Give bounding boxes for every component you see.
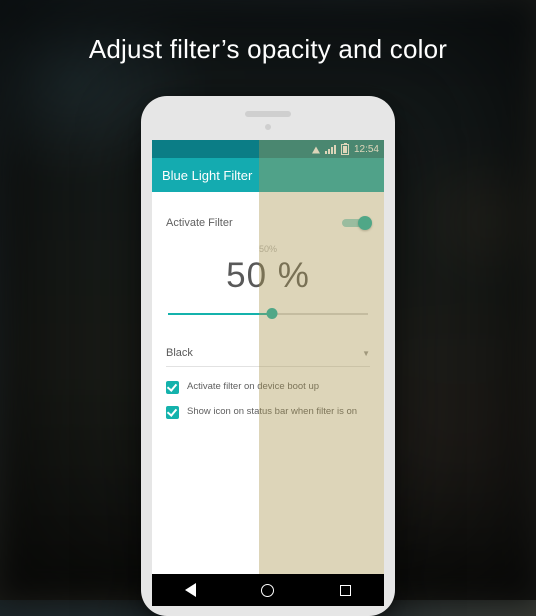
opacity-small-label: 50% xyxy=(166,244,370,254)
cell-signal-icon xyxy=(325,145,336,154)
activate-filter-switch[interactable] xyxy=(342,216,370,230)
wifi-icon xyxy=(312,146,320,153)
boot-option-row[interactable]: Activate filter on device boot up xyxy=(166,381,370,394)
battery-icon xyxy=(341,144,349,155)
nav-back-icon[interactable] xyxy=(185,583,196,597)
app-bar: Blue Light Filter xyxy=(152,158,384,192)
statusbar-icon-checkbox[interactable] xyxy=(166,406,179,419)
opacity-slider[interactable] xyxy=(168,306,368,322)
activate-filter-label: Activate Filter xyxy=(166,217,233,229)
device-screen: 12:54 Blue Light Filter Activate Filter … xyxy=(152,140,384,606)
nav-recent-icon[interactable] xyxy=(340,585,351,596)
chevron-down-icon: ▼ xyxy=(362,349,370,358)
color-dropdown[interactable]: Black ▼ xyxy=(166,340,370,367)
boot-checkbox[interactable] xyxy=(166,381,179,394)
promo-headline: Adjust filter’s opacity and color xyxy=(0,34,536,65)
android-status-bar: 12:54 xyxy=(152,140,384,158)
app-title: Blue Light Filter xyxy=(162,168,252,183)
opacity-value: 50 % xyxy=(166,256,370,296)
color-dropdown-value: Black xyxy=(166,347,193,359)
status-time: 12:54 xyxy=(354,144,379,155)
boot-option-label: Activate filter on device boot up xyxy=(187,381,319,393)
statusbar-icon-option-label: Show icon on status bar when filter is o… xyxy=(187,406,357,418)
android-nav-bar xyxy=(152,574,384,606)
statusbar-icon-option-row[interactable]: Show icon on status bar when filter is o… xyxy=(166,406,370,419)
nav-home-icon[interactable] xyxy=(261,584,274,597)
device-frame: 12:54 Blue Light Filter Activate Filter … xyxy=(141,96,395,616)
